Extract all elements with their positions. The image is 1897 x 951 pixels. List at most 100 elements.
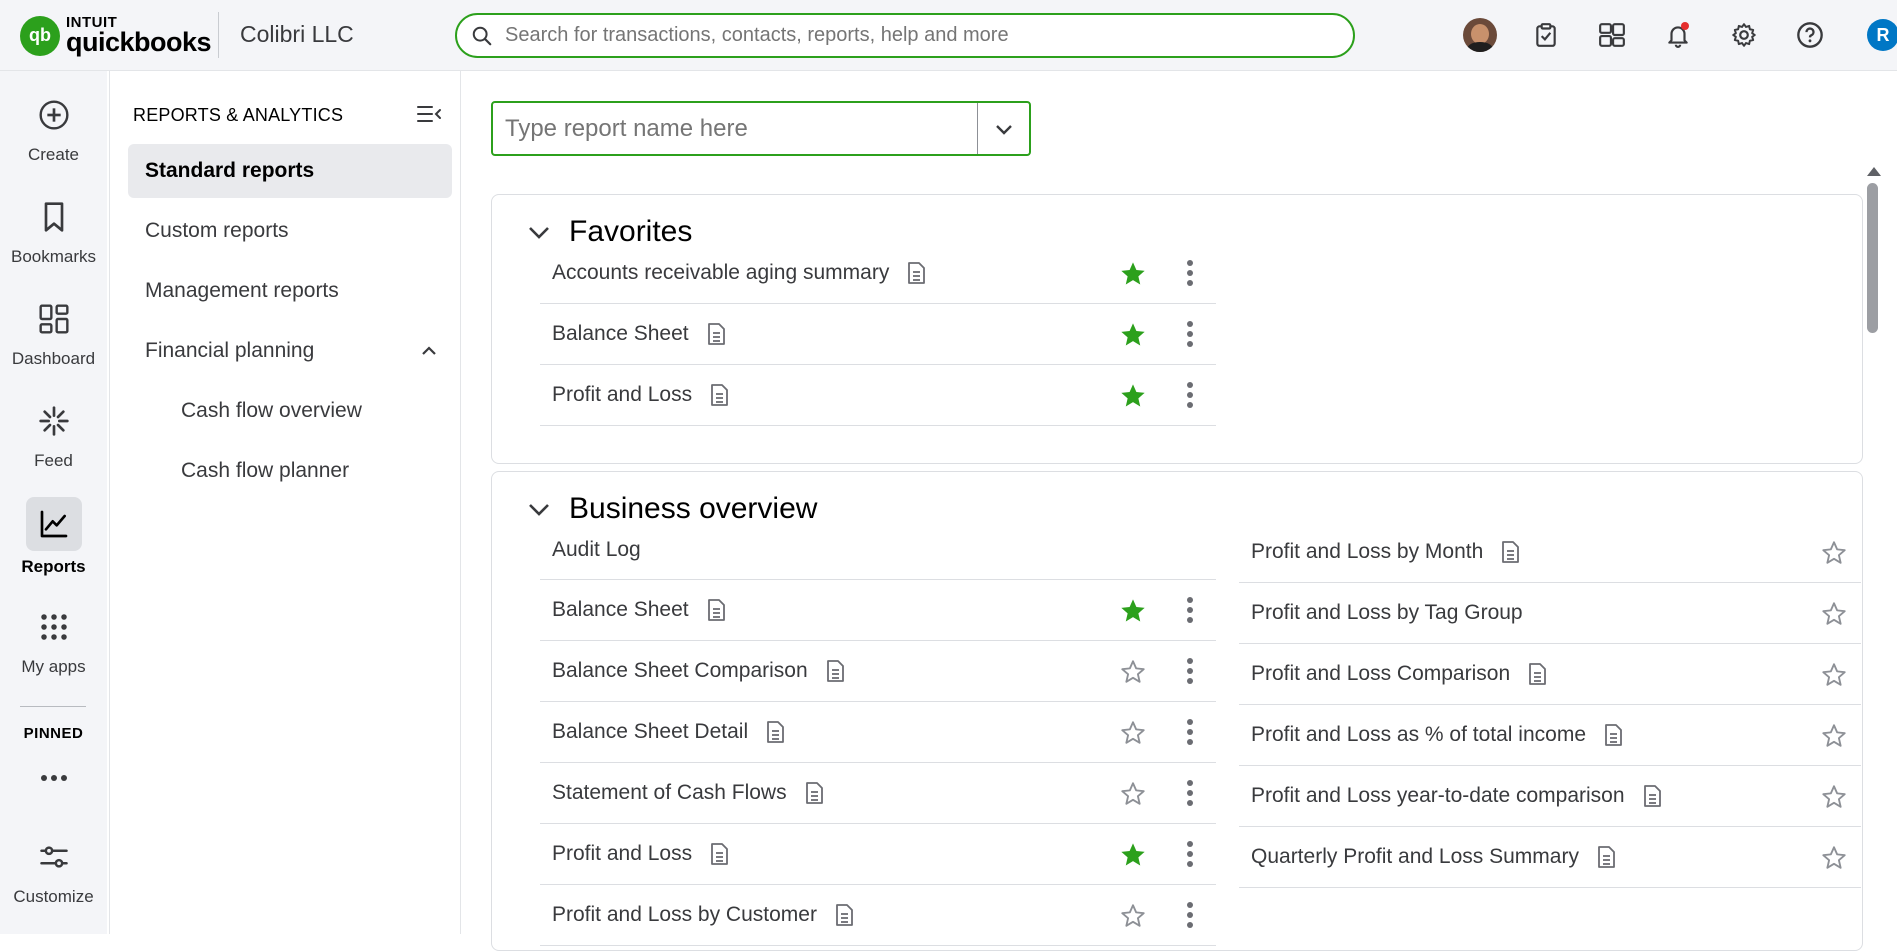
report-row[interactable]: Quarterly Profit and Loss Summary: [1239, 827, 1861, 888]
report-name[interactable]: Profit and Loss: [552, 383, 692, 407]
apps-switch-icon[interactable]: [1591, 14, 1633, 56]
star-outline-icon[interactable]: [1118, 658, 1148, 691]
star-filled-icon[interactable]: [1118, 321, 1148, 354]
report-name[interactable]: Profit and Loss Comparison: [1251, 662, 1510, 686]
report-row[interactable]: Profit and Loss year-to-date comparison: [1239, 766, 1861, 827]
document-icon[interactable]: [705, 598, 727, 622]
bell-icon[interactable]: [1657, 14, 1699, 56]
document-icon[interactable]: [833, 903, 855, 927]
report-row[interactable]: Profit and Loss by Tag Group: [1239, 583, 1861, 644]
star-filled-icon[interactable]: [1118, 597, 1148, 630]
global-search[interactable]: [455, 13, 1355, 58]
nav-dashboard[interactable]: Dashboard: [0, 295, 107, 369]
more-vertical-icon[interactable]: [1186, 259, 1194, 292]
nav-my-apps[interactable]: My apps: [0, 603, 107, 677]
report-name[interactable]: Statement of Cash Flows: [552, 781, 787, 805]
task-icon[interactable]: [1525, 14, 1567, 56]
more-vertical-icon[interactable]: [1186, 901, 1194, 934]
report-name[interactable]: Profit and Loss as % of total income: [1251, 723, 1586, 747]
report-name[interactable]: Profit and Loss: [552, 842, 692, 866]
report-search-dropdown[interactable]: [977, 103, 1029, 154]
report-row[interactable]: Audit Log: [540, 520, 1216, 580]
profile-avatar[interactable]: [1459, 14, 1501, 56]
document-icon[interactable]: [708, 383, 730, 407]
more-vertical-icon[interactable]: [1186, 779, 1194, 812]
star-filled-icon[interactable]: [1118, 260, 1148, 293]
document-icon[interactable]: [708, 842, 730, 866]
document-icon[interactable]: [1499, 540, 1521, 564]
document-icon[interactable]: [824, 659, 846, 683]
report-name[interactable]: Profit and Loss by Tag Group: [1251, 601, 1523, 625]
report-name[interactable]: Profit and Loss by Customer: [552, 903, 817, 927]
star-outline-icon[interactable]: [1819, 539, 1849, 572]
star-outline-icon[interactable]: [1819, 722, 1849, 755]
report-row[interactable]: Profit and Loss by Customer: [540, 885, 1216, 946]
star-outline-icon[interactable]: [1819, 600, 1849, 633]
company-name[interactable]: Colibri LLC: [240, 21, 354, 48]
report-row[interactable]: Balance Sheet: [540, 580, 1216, 641]
document-icon[interactable]: [1526, 662, 1548, 686]
report-name[interactable]: Quarterly Profit and Loss Summary: [1251, 845, 1579, 869]
report-search-input[interactable]: [493, 103, 977, 154]
report-row[interactable]: Balance Sheet Comparison: [540, 641, 1216, 702]
star-outline-icon[interactable]: [1118, 902, 1148, 935]
collapse-panel-icon[interactable]: [416, 103, 442, 130]
more-vertical-icon[interactable]: [1186, 596, 1194, 629]
nav-reports[interactable]: Reports: [0, 497, 107, 577]
document-icon[interactable]: [764, 720, 786, 744]
document-icon[interactable]: [905, 261, 927, 285]
report-name[interactable]: Balance Sheet: [552, 598, 689, 622]
gear-icon[interactable]: [1723, 14, 1765, 56]
star-filled-icon[interactable]: [1118, 841, 1148, 874]
report-row[interactable]: Accounts receivable aging summary: [540, 243, 1216, 304]
user-menu[interactable]: R: [1855, 14, 1897, 56]
nav-more[interactable]: [0, 763, 107, 793]
sidebar-item-custom-reports[interactable]: Custom reports: [128, 204, 452, 258]
report-row[interactable]: Profit and Loss: [540, 824, 1216, 885]
sidebar-item-management-reports[interactable]: Management reports: [128, 264, 452, 318]
help-icon[interactable]: [1789, 14, 1831, 56]
nav-customize[interactable]: Customize: [0, 833, 107, 907]
report-row[interactable]: Profit and Loss as % of total income: [1239, 705, 1861, 766]
scrollbar[interactable]: [1865, 167, 1881, 934]
document-icon[interactable]: [1641, 784, 1663, 808]
star-filled-icon[interactable]: [1118, 382, 1148, 415]
report-name[interactable]: Audit Log: [552, 538, 641, 562]
star-outline-icon[interactable]: [1819, 661, 1849, 694]
scroll-thumb[interactable]: [1867, 183, 1878, 333]
nav-create[interactable]: Create: [0, 91, 107, 165]
document-icon[interactable]: [803, 781, 825, 805]
global-search-input[interactable]: [505, 24, 1335, 47]
more-vertical-icon[interactable]: [1186, 657, 1194, 690]
report-row[interactable]: Balance Sheet Detail: [540, 702, 1216, 763]
star-outline-icon[interactable]: [1118, 719, 1148, 752]
nav-bookmarks[interactable]: Bookmarks: [0, 193, 107, 267]
report-row[interactable]: Balance Sheet: [540, 304, 1216, 365]
more-vertical-icon[interactable]: [1186, 381, 1194, 414]
report-row[interactable]: Profit and Loss Comparison: [1239, 644, 1861, 705]
report-name[interactable]: Accounts receivable aging summary: [552, 261, 889, 285]
sidebar-item-cash-flow-planner[interactable]: Cash flow planner: [128, 444, 452, 498]
document-icon[interactable]: [705, 322, 727, 346]
sidebar-item-cash-flow-overview[interactable]: Cash flow overview: [128, 384, 452, 438]
more-vertical-icon[interactable]: [1186, 320, 1194, 353]
more-vertical-icon[interactable]: [1186, 718, 1194, 751]
report-row[interactable]: Statement of Cash Flows: [540, 763, 1216, 824]
sidebar-item-standard-reports[interactable]: Standard reports: [128, 144, 452, 198]
report-name[interactable]: Balance Sheet Detail: [552, 720, 748, 744]
nav-feed[interactable]: Feed: [0, 397, 107, 471]
report-name[interactable]: Profit and Loss year-to-date comparison: [1251, 784, 1625, 808]
star-outline-icon[interactable]: [1118, 780, 1148, 813]
scroll-up-arrow[interactable]: [1867, 167, 1881, 176]
sidebar-item-financial-planning[interactable]: Financial planning: [128, 324, 452, 378]
report-row[interactable]: Profit and Loss: [540, 365, 1216, 426]
document-icon[interactable]: [1602, 723, 1624, 747]
star-outline-icon[interactable]: [1819, 844, 1849, 877]
star-outline-icon[interactable]: [1819, 783, 1849, 816]
report-search[interactable]: [491, 101, 1031, 156]
quickbooks-logo[interactable]: qb INTUIT quickbooks: [20, 15, 212, 56]
more-vertical-icon[interactable]: [1186, 840, 1194, 873]
document-icon[interactable]: [1595, 845, 1617, 869]
report-name[interactable]: Balance Sheet Comparison: [552, 659, 808, 683]
report-name[interactable]: Profit and Loss by Month: [1251, 540, 1483, 564]
